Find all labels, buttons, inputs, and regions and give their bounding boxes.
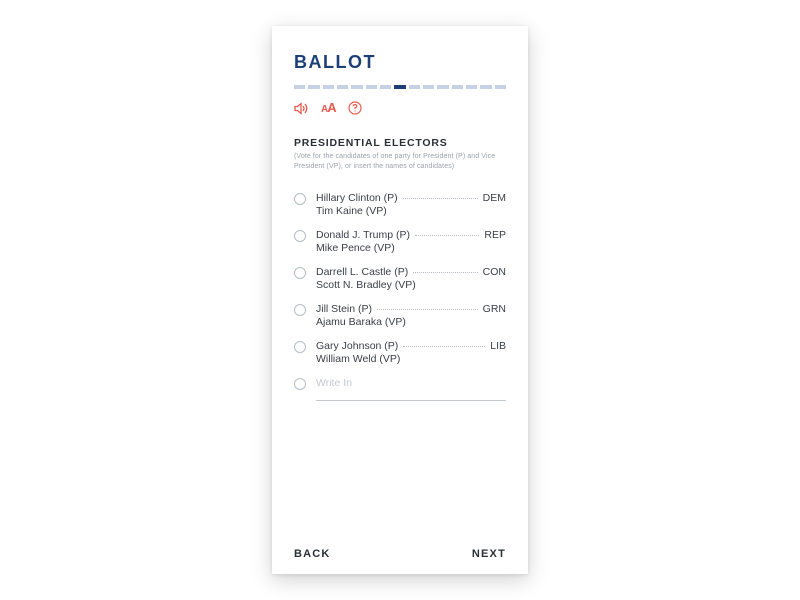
candidate-option[interactable]: Hillary Clinton (P) DEMTim Kaine (VP) [294, 186, 506, 223]
progress-segment [351, 85, 362, 89]
progress-segment [495, 85, 506, 89]
leader-dots [413, 272, 477, 273]
ballot-card: BALLOT AA PRESIDENTIAL ELECTORS (Vote fo… [272, 26, 528, 574]
vp-name: Ajamu Baraka (VP) [316, 316, 506, 328]
party-abbrev: REP [484, 229, 506, 241]
leader-dots [377, 309, 478, 310]
write-in-option[interactable]: Write In [294, 371, 506, 407]
party-abbrev: CON [483, 266, 506, 278]
candidate-body: Jill Stein (P) GRNAjamu Baraka (VP) [316, 303, 506, 328]
leader-dots [415, 235, 479, 236]
next-button[interactable]: NEXT [472, 548, 506, 560]
help-icon[interactable] [348, 101, 362, 115]
radio-icon[interactable] [294, 378, 306, 390]
candidate-option[interactable]: Donald J. Trump (P) REPMike Pence (VP) [294, 223, 506, 260]
progress-segment [323, 85, 334, 89]
vp-name: Tim Kaine (VP) [316, 205, 506, 217]
radio-icon[interactable] [294, 304, 306, 316]
president-name: Darrell L. Castle (P) [316, 266, 408, 278]
back-button[interactable]: BACK [294, 548, 331, 560]
radio-icon[interactable] [294, 267, 306, 279]
page-title: BALLOT [294, 52, 506, 73]
text-size-icon[interactable]: AA [321, 101, 336, 115]
candidate-body: Hillary Clinton (P) DEMTim Kaine (VP) [316, 192, 506, 217]
progress-bar [294, 85, 506, 89]
write-in-label: Write In [316, 377, 352, 389]
leader-dots [403, 346, 485, 347]
progress-segment [394, 85, 405, 89]
section-subtext: (Vote for the candidates of one party fo… [294, 152, 506, 172]
write-in-body: Write In [316, 377, 506, 401]
progress-segment [380, 85, 391, 89]
vp-name: Scott N. Bradley (VP) [316, 279, 506, 291]
candidate-list: Hillary Clinton (P) DEMTim Kaine (VP) Dona… [294, 186, 506, 407]
candidate-body: Gary Johnson (P) LIBWilliam Weld (VP) [316, 340, 506, 365]
progress-segment [366, 85, 377, 89]
progress-segment [452, 85, 463, 89]
progress-segment [308, 85, 319, 89]
candidate-body: Darrell L. Castle (P) CONScott N. Bradley… [316, 266, 506, 291]
candidate-body: Donald J. Trump (P) REPMike Pence (VP) [316, 229, 506, 254]
party-abbrev: DEM [483, 192, 506, 204]
radio-icon[interactable] [294, 193, 306, 205]
party-abbrev: GRN [483, 303, 506, 315]
candidate-option[interactable]: Darrell L. Castle (P) CONScott N. Bradley… [294, 260, 506, 297]
write-in-line[interactable] [316, 399, 506, 401]
progress-segment [480, 85, 491, 89]
president-name: Donald J. Trump (P) [316, 229, 410, 241]
progress-segment [409, 85, 420, 89]
president-name: Jill Stein (P) [316, 303, 372, 315]
section-heading: PRESIDENTIAL ELECTORS [294, 137, 506, 149]
audio-icon[interactable] [294, 102, 309, 115]
leader-dots [403, 198, 478, 199]
progress-segment [337, 85, 348, 89]
toolbar: AA [294, 101, 506, 115]
vp-name: William Weld (VP) [316, 353, 506, 365]
president-name: Hillary Clinton (P) [316, 192, 398, 204]
progress-segment [423, 85, 434, 89]
president-name: Gary Johnson (P) [316, 340, 398, 352]
candidate-option[interactable]: Jill Stein (P) GRNAjamu Baraka (VP) [294, 297, 506, 334]
footer-nav: BACK NEXT [294, 538, 506, 560]
progress-segment [294, 85, 305, 89]
vp-name: Mike Pence (VP) [316, 242, 506, 254]
progress-segment [437, 85, 448, 89]
radio-icon[interactable] [294, 230, 306, 242]
party-abbrev: LIB [490, 340, 506, 352]
radio-icon[interactable] [294, 341, 306, 353]
progress-segment [466, 85, 477, 89]
candidate-option[interactable]: Gary Johnson (P) LIBWilliam Weld (VP) [294, 334, 506, 371]
